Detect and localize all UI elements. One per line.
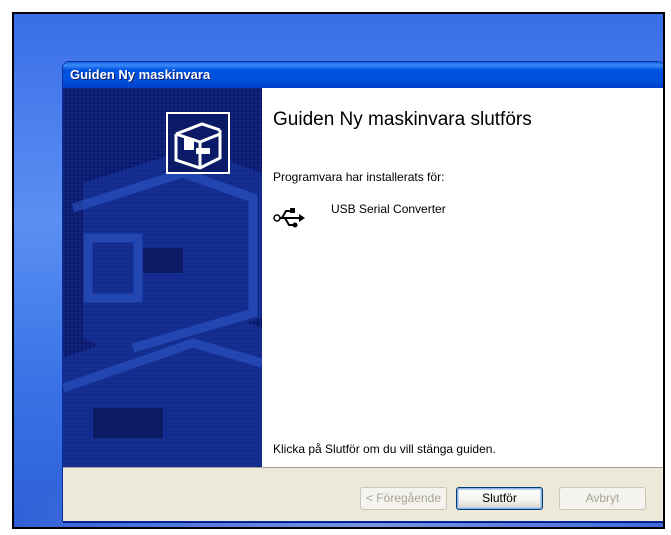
button-bar: < Föregående Slutför Avbryt <box>63 467 663 521</box>
wizard-content: Guiden Ny maskinvara slutförs Programvar… <box>262 88 663 467</box>
device-name: USB Serial Converter <box>331 202 446 216</box>
wizard-body: Guiden Ny maskinvara slutförs Programvar… <box>63 88 663 467</box>
finish-hint: Klicka på Slutför om du vill stänga guid… <box>273 442 496 456</box>
hardware-box-icon <box>166 112 230 174</box>
desktop-background: Guiden Ny maskinvara Guiden Ny maskinvar… <box>12 12 665 529</box>
back-button[interactable]: < Föregående <box>360 487 447 510</box>
finish-button[interactable]: Slutför <box>456 487 543 510</box>
wizard-window: Guiden Ny maskinvara Guiden Ny maskinvar… <box>62 61 663 522</box>
wizard-side-banner <box>63 88 262 467</box>
banner-graphic <box>63 88 262 467</box>
usb-icon <box>273 208 305 228</box>
cancel-button[interactable]: Avbryt <box>559 487 646 510</box>
installed-label: Programvara har installerats för: <box>273 170 445 184</box>
page-heading: Guiden Ny maskinvara slutförs <box>273 109 532 130</box>
window-title: Guiden Ny maskinvara <box>63 62 663 88</box>
